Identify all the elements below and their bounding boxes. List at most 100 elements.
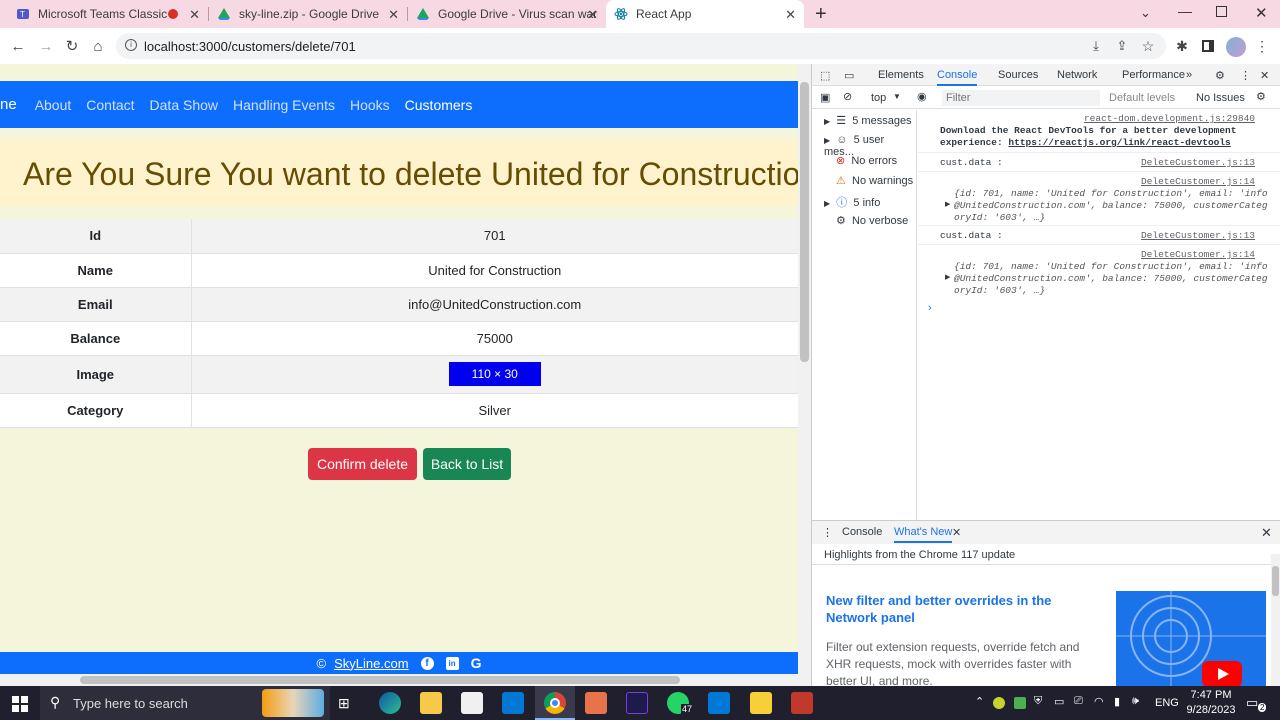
- whats-new-video-thumbnail[interactable]: [1116, 591, 1266, 686]
- devtools-menu-icon[interactable]: ⋮: [1240, 69, 1251, 82]
- react-devtools-link[interactable]: https://reactjs.org/link/react-devtools: [1008, 137, 1230, 148]
- edge-icon[interactable]: [379, 692, 401, 714]
- file-explorer-icon[interactable]: [420, 692, 442, 714]
- notifications-icon[interactable]: ▭: [1246, 695, 1258, 711]
- scrollbar-thumb[interactable]: [80, 676, 680, 684]
- tray-app-icon[interactable]: [993, 697, 1005, 709]
- task-view-icon[interactable]: ⊞: [338, 695, 350, 712]
- scrollbar-thumb[interactable]: [800, 82, 809, 362]
- postman-icon[interactable]: [585, 692, 607, 714]
- log-source[interactable]: DeleteCustomer.js:13: [1141, 157, 1255, 168]
- footer-link[interactable]: SkyLine.com: [334, 656, 408, 671]
- log-object[interactable]: {id: 701, name: 'United for Construction…: [954, 188, 1268, 199]
- volume-icon[interactable]: 🕪: [1132, 695, 1139, 708]
- clear-console-icon[interactable]: ⊘: [843, 90, 852, 103]
- scrollbar-thumb[interactable]: [1272, 566, 1279, 596]
- side-panel-icon[interactable]: [1198, 36, 1218, 56]
- more-tabs-icon[interactable]: »: [1186, 69, 1192, 81]
- inspect-icon[interactable]: ⬚: [820, 69, 830, 82]
- filter-input[interactable]: [942, 90, 1100, 106]
- close-tab-icon[interactable]: ✕: [587, 7, 598, 23]
- expand-object-icon[interactable]: ▶: [945, 200, 950, 209]
- power-icon[interactable]: ▮: [1114, 695, 1120, 708]
- context-select[interactable]: top: [871, 92, 886, 104]
- settings-icon[interactable]: ⚙: [1215, 69, 1225, 82]
- nav-customers[interactable]: Customers: [405, 97, 473, 113]
- tab-console[interactable]: Console: [937, 69, 978, 86]
- tab-elements[interactable]: Elements: [878, 69, 924, 81]
- nav-handling-events[interactable]: Handling Events: [233, 97, 335, 113]
- nav-data-show[interactable]: Data Show: [150, 97, 218, 113]
- whats-new-title[interactable]: New filter and better overrides in the N…: [826, 592, 1096, 626]
- google-icon[interactable]: G: [471, 655, 482, 671]
- tray-app-icon[interactable]: [1014, 697, 1026, 709]
- new-tab-icon[interactable]: +: [815, 3, 827, 26]
- maximize-icon[interactable]: [1216, 6, 1227, 17]
- linkedin-icon[interactable]: in: [445, 656, 459, 670]
- wifi-icon[interactable]: ◠: [1094, 695, 1104, 708]
- app-icon[interactable]: [791, 692, 813, 714]
- clock-date[interactable]: 9/28/2023: [1183, 704, 1239, 716]
- sidebar-item-messages[interactable]: ▶ ☰ 5 messages: [824, 114, 912, 127]
- back-to-list-button[interactable]: Back to List: [423, 448, 511, 480]
- log-source[interactable]: DeleteCustomer.js:14: [1141, 176, 1255, 187]
- close-window-icon[interactable]: ✕: [1255, 4, 1268, 22]
- sidebar-toggle-icon[interactable]: ▣: [820, 91, 830, 104]
- log-source[interactable]: DeleteCustomer.js:13: [1141, 230, 1255, 241]
- menu-kebab-icon[interactable]: ⋮: [1252, 36, 1272, 56]
- windows-start-icon[interactable]: [12, 696, 28, 715]
- forward-icon[interactable]: →: [36, 36, 56, 56]
- log-source[interactable]: DeleteCustomer.js:14: [1141, 249, 1255, 260]
- browser-tab[interactable]: T Microsoft Teams Classic ✕: [8, 0, 208, 28]
- drawer-tab-whats-new[interactable]: What's New: [894, 526, 953, 543]
- address-bar[interactable]: i localhost:3000/customers/delete/701: [116, 33, 1166, 59]
- nav-hooks[interactable]: Hooks: [350, 97, 390, 113]
- home-icon[interactable]: ⌂: [88, 36, 108, 56]
- tab-search-icon[interactable]: ⌄: [1140, 5, 1151, 21]
- page-horizontal-scrollbar[interactable]: [0, 674, 811, 686]
- youtube-play-icon[interactable]: [1202, 661, 1242, 686]
- tray-security-icon[interactable]: ⛨: [1034, 695, 1042, 708]
- microsoft-store-icon[interactable]: [461, 692, 483, 714]
- language-indicator[interactable]: ENG: [1155, 697, 1179, 709]
- drawer-tab-console[interactable]: Console: [842, 526, 882, 538]
- browser-tab[interactable]: sky-line.zip - Google Drive ✕: [209, 0, 407, 28]
- issues-count[interactable]: No Issues: [1196, 92, 1245, 104]
- vscode-icon[interactable]: [708, 692, 730, 714]
- console-prompt-icon[interactable]: ›: [928, 302, 932, 314]
- sidebar-item-verbose[interactable]: ⚙ No verbose: [836, 214, 908, 227]
- drawer-scrollbar[interactable]: [1271, 554, 1280, 686]
- tray-chevron-icon[interactable]: ⌃: [975, 695, 984, 708]
- browser-tab[interactable]: Google Drive - Virus scan warnin ✕: [408, 0, 606, 28]
- close-devtools-icon[interactable]: ✕: [1260, 69, 1269, 82]
- reload-icon[interactable]: ↻: [62, 36, 82, 56]
- site-info-icon[interactable]: i: [125, 39, 137, 51]
- share-icon[interactable]: ⇪: [1112, 36, 1132, 56]
- profile-avatar[interactable]: [1226, 37, 1246, 57]
- minimize-icon[interactable]: —: [1178, 3, 1192, 19]
- page-vertical-scrollbar[interactable]: [798, 64, 811, 674]
- facebook-icon[interactable]: f: [420, 656, 434, 670]
- jetbrains-icon[interactable]: [626, 692, 648, 714]
- chrome-taskbar-button[interactable]: [535, 686, 575, 720]
- extensions-icon[interactable]: ✱: [1172, 36, 1192, 56]
- device-toolbar-icon[interactable]: ▭: [844, 69, 854, 82]
- tray-meet-icon[interactable]: ⎚: [1074, 695, 1083, 708]
- sidebar-item-warnings[interactable]: ⚠ No warnings: [836, 174, 913, 187]
- console-settings-icon[interactable]: ⚙: [1256, 90, 1266, 103]
- log-object[interactable]: {id: 701, name: 'United for Construction…: [954, 261, 1268, 272]
- close-tab-icon[interactable]: ✕: [785, 7, 796, 23]
- confirm-delete-button[interactable]: Confirm delete: [308, 448, 417, 480]
- tab-performance[interactable]: Performance: [1122, 69, 1185, 81]
- close-drawer-tab-icon[interactable]: ✕: [952, 526, 961, 539]
- sidebar-item-errors[interactable]: ⊗ No errors: [836, 154, 897, 167]
- tab-sources[interactable]: Sources: [998, 69, 1038, 81]
- expand-object-icon[interactable]: ▶: [945, 273, 950, 282]
- mail-icon[interactable]: [502, 692, 524, 714]
- clock-time[interactable]: 7:47 PM: [1188, 689, 1234, 701]
- sticky-notes-icon[interactable]: [750, 692, 772, 714]
- browser-tab-active[interactable]: React App ✕: [606, 0, 804, 28]
- install-icon[interactable]: ⤓: [1086, 36, 1106, 56]
- live-expression-icon[interactable]: ◉: [917, 90, 927, 103]
- tray-battery-icon[interactable]: ▭: [1054, 695, 1064, 708]
